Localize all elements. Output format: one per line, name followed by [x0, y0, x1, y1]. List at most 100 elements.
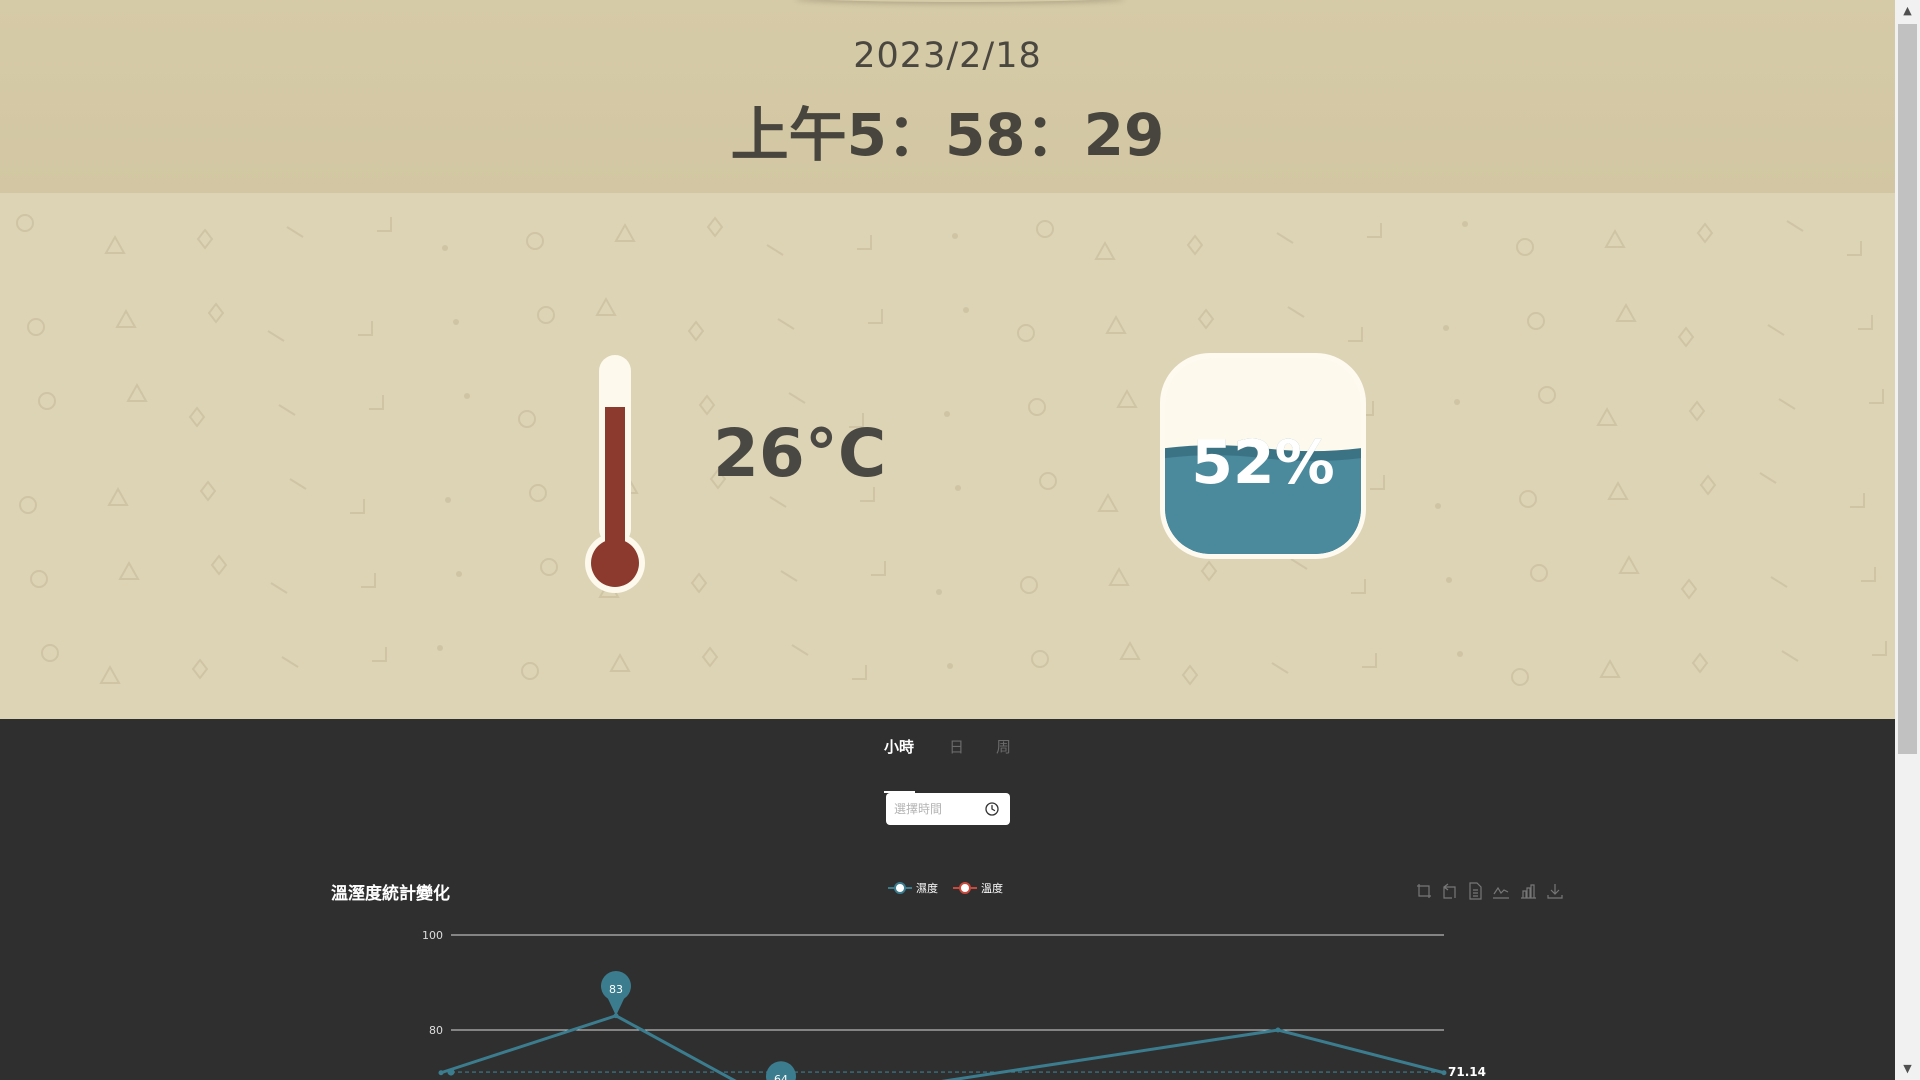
pattern-shape [1105, 314, 1127, 334]
pattern-shape [1271, 662, 1289, 674]
pattern-shape [1538, 386, 1556, 404]
stats-panel: 小時 日 周 溫溼度統計變化 濕度 溫度 [0, 719, 1895, 1080]
y-tick-label: 100 [422, 929, 443, 942]
pattern-shape [118, 560, 140, 580]
pattern-shape [1036, 220, 1054, 238]
pattern-shape [104, 234, 126, 254]
pattern-shape [1446, 577, 1452, 583]
pattern-shape [868, 309, 883, 324]
pattern-shape [1596, 406, 1618, 426]
pattern-shape [1778, 398, 1796, 410]
scroll-down-arrow-icon[interactable]: ▼ [1895, 1058, 1920, 1080]
pattern-shape [350, 499, 365, 514]
pattern-shape [788, 392, 806, 404]
current-date: 2023/2/18 [853, 36, 1042, 76]
pattern-shape [1696, 222, 1714, 244]
pattern-shape [188, 406, 206, 428]
pattern-shape [1699, 474, 1717, 496]
readings-section: 26°C 52% [0, 193, 1895, 719]
pattern-shape [1604, 228, 1626, 248]
pattern-shape [769, 496, 787, 508]
pattern-shape [1370, 475, 1385, 490]
pattern-shape [1869, 389, 1884, 404]
pattern-shape [529, 484, 547, 502]
scroll-up-arrow-icon[interactable]: ▲ [1895, 0, 1920, 22]
pattern-shape [1861, 567, 1876, 582]
marker-label: 83 [609, 983, 623, 996]
pattern-shape [871, 561, 886, 576]
pattern-shape [701, 646, 719, 668]
pattern-shape [595, 296, 617, 316]
pattern-shape [372, 647, 387, 662]
pattern-shape [210, 554, 228, 576]
humidity-gauge: 52% [1160, 353, 1366, 559]
pattern-shape [278, 404, 296, 416]
max-marker-pin: 83 [601, 971, 631, 1016]
pattern-shape [1435, 503, 1441, 509]
pattern-shape [1680, 578, 1698, 600]
pattern-shape [30, 570, 48, 588]
thermometer-bulb [591, 539, 639, 587]
data-point [438, 1070, 444, 1076]
page-scrollbar[interactable]: ▲ ▼ [1895, 0, 1920, 1080]
pattern-shape [289, 478, 307, 490]
pattern-shape [537, 306, 555, 324]
humidity-value: 52% [1191, 428, 1335, 498]
pattern-shape [1462, 221, 1468, 227]
pattern-shape [1457, 651, 1463, 657]
temperature-value: 26°C [713, 415, 887, 492]
pattern-shape [1872, 641, 1887, 656]
pattern-shape [1677, 326, 1695, 348]
pattern-shape [456, 571, 462, 577]
pattern-shape [518, 410, 536, 428]
pattern-shape [1351, 579, 1366, 594]
average-line-label: 71.14 [1448, 1065, 1486, 1079]
pattern-shape [777, 318, 795, 330]
scroll-thumb[interactable] [1898, 24, 1917, 754]
pattern-shape [1618, 554, 1640, 574]
pattern-shape [690, 572, 708, 594]
pattern-shape [126, 382, 148, 402]
pattern-shape [377, 217, 392, 232]
pattern-shape [267, 330, 285, 342]
pattern-shape [526, 232, 544, 250]
pattern-shape [1691, 652, 1709, 674]
pattern-shape [1186, 234, 1204, 256]
pattern-shape [1599, 658, 1621, 678]
pattern-shape [1759, 472, 1777, 484]
pattern-shape [361, 573, 376, 588]
pattern-shape [1031, 650, 1049, 668]
pattern-shape [1287, 306, 1305, 318]
pattern-shape [1181, 664, 1199, 686]
pattern-shape [41, 644, 59, 662]
pattern-shape [1119, 640, 1141, 660]
pattern-shape [1276, 232, 1294, 244]
pattern-shape [698, 394, 716, 416]
pattern-shape [1020, 576, 1038, 594]
pattern-shape [952, 233, 958, 239]
pattern-shape [857, 235, 872, 250]
pattern-shape [1094, 240, 1116, 260]
pattern-shape [1607, 480, 1629, 500]
background-pattern [16, 214, 1887, 686]
pattern-shape [1786, 220, 1804, 232]
min-marker-pin: 64 [766, 1061, 796, 1080]
pattern-shape [453, 319, 459, 325]
pattern-shape [1017, 324, 1035, 342]
pattern-shape [1200, 560, 1218, 582]
pattern-shape [1039, 472, 1057, 490]
pattern-shape [115, 308, 137, 328]
pattern-shape [1847, 241, 1862, 256]
pattern-shape [1028, 398, 1046, 416]
pattern-shape [1367, 223, 1382, 238]
pattern-shape [369, 395, 384, 410]
pattern-shape [706, 216, 724, 238]
pattern-shape [609, 652, 631, 672]
pattern-shape [1116, 388, 1138, 408]
pattern-shape [1443, 325, 1449, 331]
pattern-shape [1519, 490, 1537, 508]
pattern-shape [614, 222, 636, 242]
pattern-shape [944, 411, 950, 417]
pattern-shape [196, 228, 214, 250]
pattern-shape [1770, 576, 1788, 588]
